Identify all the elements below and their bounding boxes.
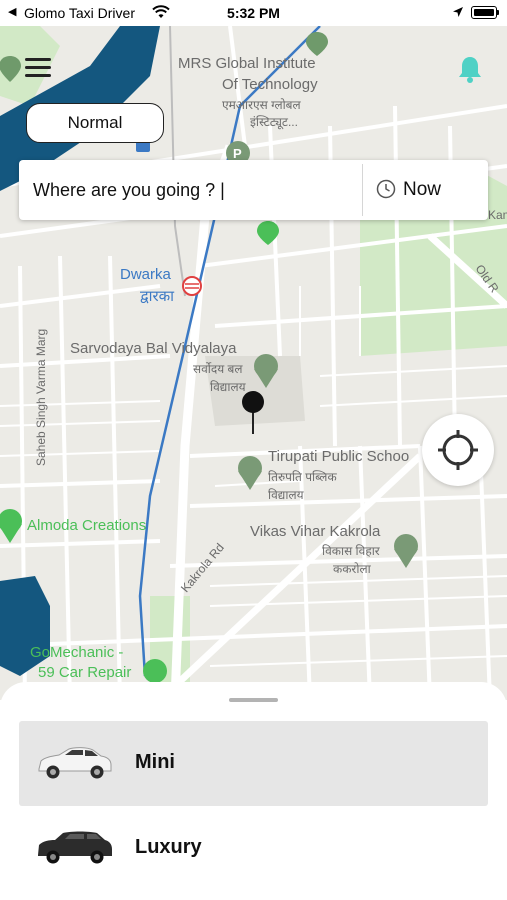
location-arrow-icon <box>452 5 464 21</box>
ride-option-name: Luxury <box>135 836 202 858</box>
svg-text:P: P <box>233 146 242 161</box>
map-label-dwarka-hindi: द्वारका <box>140 288 175 305</box>
map-label-sarvodaya: Sarvodaya Bal Vidyalaya <box>70 340 237 357</box>
crosshair-icon <box>438 430 478 470</box>
map-label-almoda: Almoda Creations <box>27 517 147 534</box>
map-label-vikas-hindi: विकास विहार <box>322 544 380 558</box>
ride-option-name: Mini <box>135 751 175 773</box>
map-label-kamla: Kamla Pa <box>488 208 507 222</box>
map-label-mrs-hindi-2: इंस्टिट्यूट... <box>250 115 298 129</box>
map-label-tirupati: Tirupati Public Schoo <box>268 448 410 465</box>
battery-icon <box>471 6 499 19</box>
map-label-tirupati-hindi: तिरुपति पब्लिक <box>268 470 337 484</box>
bell-icon[interactable] <box>458 55 482 88</box>
destination-input[interactable]: Where are you going ? | <box>33 180 225 201</box>
map-label-sarvodaya-hindi-2: विद्यालय <box>210 380 246 394</box>
ride-option-luxury[interactable]: Luxury <box>19 806 488 891</box>
map-label-saheb-marg: Saheb Singh Varma Marg <box>34 328 48 466</box>
sheet-drag-handle[interactable] <box>229 698 278 702</box>
map-label-gomechanic: GoMechanic - <box>30 644 124 661</box>
car-icon <box>38 831 112 864</box>
menu-icon[interactable] <box>25 58 51 78</box>
clock-icon[interactable] <box>376 179 396 204</box>
map-label-sarvodaya-hindi: सर्वोदय बल <box>193 362 243 376</box>
map-label-vikas: Vikas Vihar Kakrola <box>250 523 381 540</box>
map-label-dwarka: Dwarka <box>120 266 171 283</box>
map-label-tirupati-hindi-2: विद्यालय <box>268 488 304 502</box>
search-divider <box>362 164 363 216</box>
map-label-mrs: MRS Global Institute <box>178 55 316 72</box>
status-time: 5:32 PM <box>227 5 280 21</box>
mode-normal-button[interactable]: Normal <box>26 103 164 143</box>
map-label-mrs-2: Of Technology <box>222 76 318 93</box>
ride-option-mini[interactable]: Mini <box>19 721 488 806</box>
schedule-now-button[interactable]: Now <box>403 179 441 201</box>
destination-search-bar[interactable]: Where are you going ? | Now <box>19 160 488 220</box>
map-label-vikas-hindi-2: ककरोला <box>333 562 371 576</box>
map-label-gomechanic-2: 59 Car Repair <box>38 664 132 681</box>
my-location-button[interactable] <box>422 414 494 486</box>
map-label-mrs-hindi: एमआरएस ग्लोबल <box>222 98 301 112</box>
car-icon <box>38 747 112 779</box>
status-bar: ◀ Glomo Taxi Driver 5:32 PM <box>0 0 507 26</box>
ride-options-sheet: Mini Luxury <box>0 682 507 900</box>
